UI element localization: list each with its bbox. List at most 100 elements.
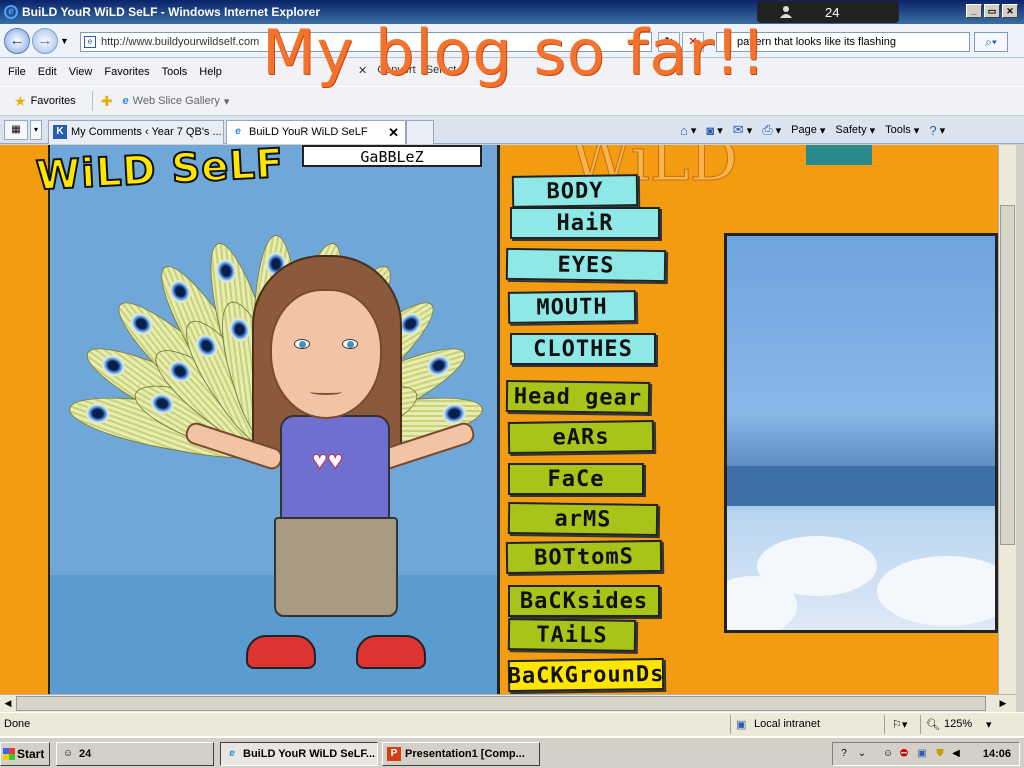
avatar-character[interactable]: ♥♥ <box>183 255 477 675</box>
help-icon[interactable]: ? <box>837 747 851 761</box>
system-tray: ? ⌄ ☺ ⛔︎ ▣ ⛊ ◀ 14:06 <box>832 742 1020 766</box>
category-arms[interactable]: arMS <box>507 501 659 537</box>
category-body[interactable]: BODY <box>511 174 639 208</box>
favorites-button[interactable]: ★ Favorites <box>14 93 76 110</box>
category-bottoms[interactable]: BOTtomS <box>505 539 663 575</box>
minimize-button[interactable]: _ <box>966 4 982 18</box>
user-count-badge: 24 <box>757 1 899 23</box>
shield-icon[interactable]: ⛊ <box>933 747 947 761</box>
page-menu[interactable]: Page ▾ <box>791 124 825 137</box>
task-label: BuiLD YouR WiLD SeLF... <box>243 748 376 760</box>
task-user-count[interactable]: ☺ 24 <box>56 742 214 766</box>
user-icon[interactable]: ☺ <box>881 747 895 761</box>
status-text: Done <box>4 718 31 730</box>
tools-menu-label: Tools <box>885 124 911 136</box>
category-face[interactable]: FaCe <box>508 463 644 495</box>
category-backsides[interactable]: BaCKsides <box>508 585 660 617</box>
avatar-right-shoe <box>356 635 426 669</box>
home-icon: ⌂ <box>680 122 688 138</box>
scroll-right-icon[interactable]: ▶ <box>996 696 1010 710</box>
category-hair[interactable]: HaiR <box>510 207 660 239</box>
k-site-icon: K <box>53 125 67 139</box>
status-bar: Done ▣ Local intranet ⚐▾ 🔍︎ 125% ▾ <box>0 712 1024 736</box>
safety-menu[interactable]: Safety ▾ <box>835 124 875 137</box>
web-slice-label: Web Slice Gallery <box>132 95 220 107</box>
printer-icon: ⎙ <box>762 122 773 137</box>
start-button[interactable]: Start <box>0 742 50 766</box>
category-ears[interactable]: eARs <box>507 419 655 455</box>
user-icon: ☺ <box>62 748 74 759</box>
menu-view[interactable]: View <box>63 66 99 78</box>
close-button[interactable]: ✕ <box>1002 4 1018 18</box>
chevron-down-icon: ▾ <box>223 95 230 108</box>
network-icon[interactable]: ▣ <box>915 747 929 761</box>
zoom-icon: 🔍︎ <box>926 719 940 731</box>
menu-tools[interactable]: Tools <box>156 66 194 78</box>
horizontal-scroll-thumb[interactable] <box>16 696 986 711</box>
zoom-level[interactable]: 125% <box>944 718 972 730</box>
avatar-shirt: ♥♥ <box>280 415 390 521</box>
security-icon[interactable]: ⛔︎ <box>897 747 911 761</box>
favorites-bar: ★ Favorites ✚ e Web Slice Gallery ▾ <box>0 86 1024 116</box>
task-label: Presentation1 [Comp... <box>405 748 525 760</box>
new-tab-button[interactable] <box>406 120 434 144</box>
tab-close-icon[interactable]: ✕ <box>388 125 399 141</box>
category-tails[interactable]: TAiLS <box>507 618 637 652</box>
category-backgrounds[interactable]: BaCKGrounDs <box>507 657 665 693</box>
avatar-left-eye <box>294 339 310 349</box>
quick-tabs-icon[interactable]: ▦ <box>4 120 28 140</box>
tray-expand-icon[interactable]: ⌄ <box>855 747 869 761</box>
tab-my-comments[interactable]: K My Comments ‹ Year 7 QB's ... <box>48 120 224 144</box>
forward-button[interactable]: → <box>32 28 58 54</box>
maximize-button[interactable]: ▭ <box>984 4 1000 18</box>
help-button[interactable]: ? ▾ <box>929 123 945 138</box>
mail-button[interactable]: ✉ ▾ <box>733 122 752 138</box>
horizontal-scrollbar[interactable]: ◀ ▶ <box>0 694 1016 712</box>
task-internet-explorer[interactable]: e BuiLD YouR WiLD SeLF... <box>220 742 378 766</box>
separator <box>730 715 731 734</box>
web-slice-gallery[interactable]: ✚ e Web Slice Gallery ▾ <box>101 93 230 110</box>
page-content: WiLD ♥♥ WiLD SeLF GaBBLeZ BODY HaiR EYES MO… <box>0 145 998 694</box>
start-label: Start <box>17 747 45 761</box>
ie-logo-icon: e <box>229 748 235 759</box>
scroll-left-icon[interactable]: ◀ <box>1 696 15 710</box>
search-icon[interactable]: ⌕▾ <box>974 32 1008 52</box>
home-button[interactable]: ⌂ ▾ <box>680 123 696 138</box>
task-label: 24 <box>79 748 92 760</box>
ie-logo-icon: e <box>4 5 18 19</box>
volume-icon[interactable]: ◀ <box>949 747 963 761</box>
avatar-right-eye <box>342 339 358 349</box>
tools-menu[interactable]: Tools ▾ <box>885 124 919 137</box>
avatar-stage: ♥♥ <box>48 145 500 694</box>
security-zone: Local intranet <box>754 718 821 730</box>
category-eyes[interactable]: EYES <box>505 247 667 283</box>
command-bar: ⌂ ▾ ◙ ▾ ✉ ▾ ⎙ ▾ Page ▾ Safety ▾ Tools ▾ ? ▾ <box>680 122 945 138</box>
ie-page-icon: e <box>235 126 241 137</box>
protected-mode-icon[interactable]: ⚐▾ <box>892 718 907 731</box>
menu-edit[interactable]: Edit <box>32 66 63 78</box>
separator <box>91 91 93 111</box>
task-powerpoint[interactable]: P Presentation1 [Comp... <box>382 742 540 766</box>
heart-icon: ♥♥ <box>312 445 344 476</box>
tab-build-your-wild-self[interactable]: e BuiLD YouR WiLD SeLF ✕ <box>226 120 406 144</box>
category-head-gear[interactable]: Head gear <box>505 379 651 415</box>
category-mouth[interactable]: MOUTH <box>507 290 637 324</box>
safety-menu-label: Safety <box>835 124 867 136</box>
category-clothes[interactable]: CLOTHES <box>510 333 656 365</box>
window-controls: _ ▭ ✕ <box>966 4 1018 18</box>
print-button[interactable]: ⎙ ▾ <box>762 122 781 138</box>
menu-help[interactable]: Help <box>193 66 228 78</box>
vertical-scrollbar[interactable] <box>998 145 1016 694</box>
vertical-scroll-thumb[interactable] <box>1000 205 1015 545</box>
taskbar: Start ☺ 24 e BuiLD YouR WiLD SeLF... P P… <box>0 736 1024 768</box>
back-button[interactable]: ← <box>4 28 30 54</box>
tab-list-dropdown[interactable]: ▾ <box>30 120 42 140</box>
add-favorite-icon[interactable]: ✚ <box>101 93 113 110</box>
zoom-dropdown[interactable]: ▾ <box>986 718 992 731</box>
nav-history-dropdown[interactable]: ▼ <box>60 36 69 46</box>
overlay-caption: My blog so far!! <box>262 16 767 89</box>
menu-file[interactable]: File <box>2 66 32 78</box>
feeds-button[interactable]: ◙ ▾ <box>706 123 722 138</box>
avatar-mouth <box>310 389 342 395</box>
menu-favorites[interactable]: Favorites <box>98 66 155 78</box>
